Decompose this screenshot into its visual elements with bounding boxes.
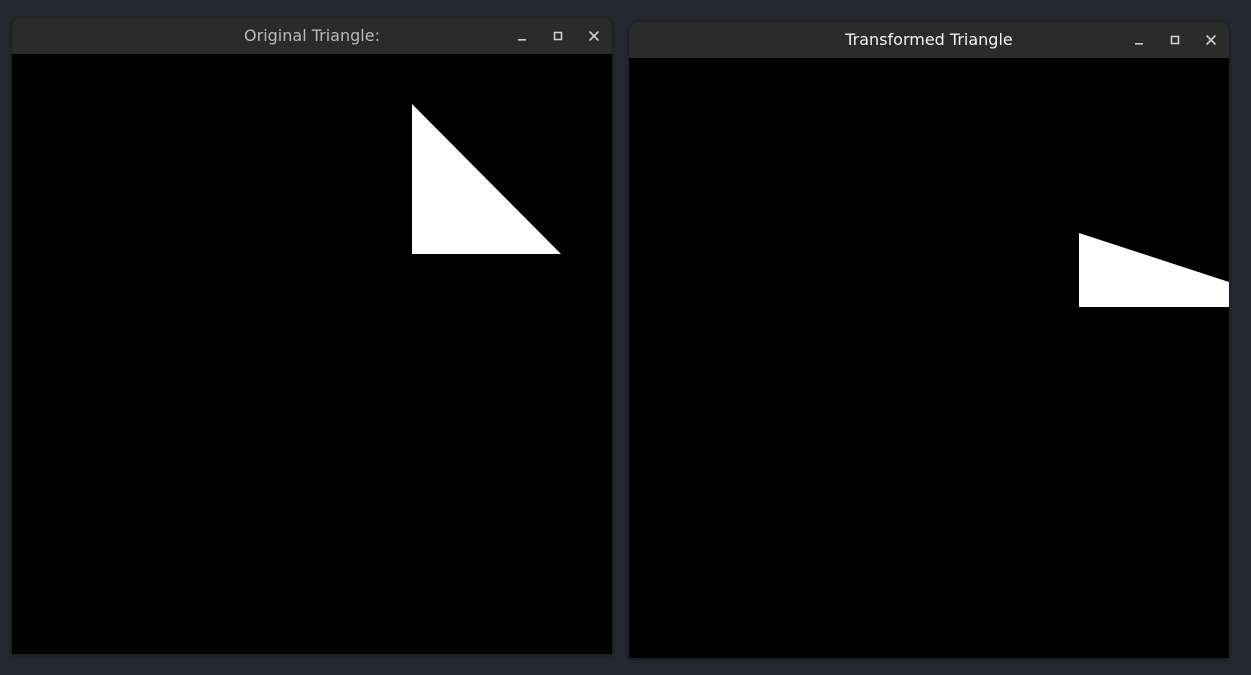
close-button[interactable] [1199,28,1223,52]
maximize-icon [1170,35,1180,45]
drawing-canvas [12,54,612,654]
maximize-button[interactable] [1163,28,1187,52]
window-titlebar[interactable]: Transformed Triangle [629,22,1229,59]
close-icon [1206,35,1216,45]
drawing-canvas [629,58,1229,658]
window-titlebar[interactable]: Original Triangle: [12,18,612,55]
close-button[interactable] [582,24,606,48]
minimize-icon [518,39,526,41]
transformed-triangle [1079,233,1229,307]
transformed-triangle-window[interactable]: Transformed Triangle [629,22,1229,658]
canvas-svg [1079,233,1229,307]
original-triangle [412,104,561,254]
minimize-icon [1135,43,1143,45]
minimize-button[interactable] [510,24,534,48]
close-icon [589,31,599,41]
maximize-icon [553,31,563,41]
canvas-svg [412,104,561,254]
minimize-button[interactable] [1127,28,1151,52]
original-triangle-window[interactable]: Original Triangle: [12,18,612,654]
maximize-button[interactable] [546,24,570,48]
